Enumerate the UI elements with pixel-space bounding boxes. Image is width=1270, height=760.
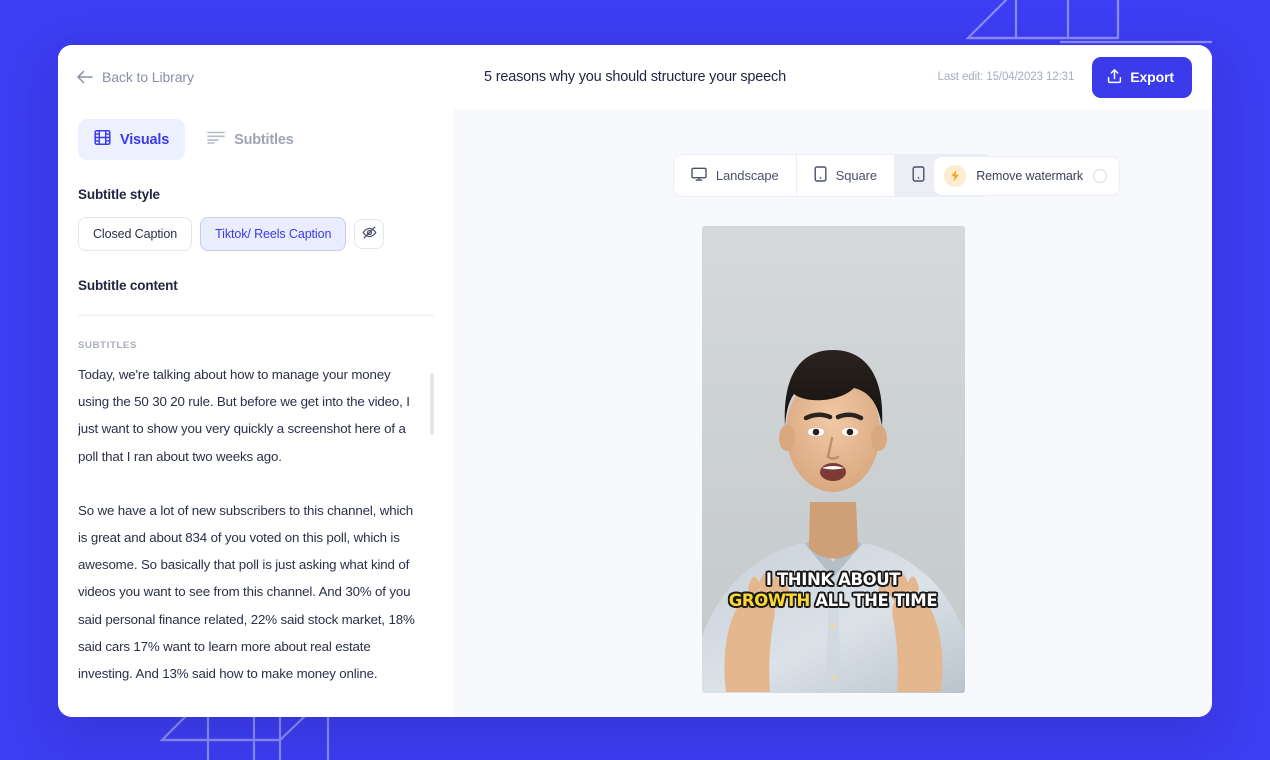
square-device-icon bbox=[814, 166, 827, 185]
panel-tabs: Visuals Subtitles bbox=[78, 109, 434, 160]
aspect-ratio-landscape[interactable]: Landscape bbox=[674, 155, 797, 196]
subtitles-scrollbar-thumb[interactable] bbox=[430, 373, 434, 435]
subtitle-content-heading: Subtitle content bbox=[78, 278, 434, 293]
film-strip-icon bbox=[94, 129, 111, 150]
monitor-icon bbox=[691, 167, 707, 185]
subtitle-style-options: Closed Caption Tiktok/ Reels Caption bbox=[78, 217, 434, 251]
editor-window: Back to Library 5 reasons why you should… bbox=[58, 45, 1212, 717]
preview-panel: Landscape Square bbox=[454, 109, 1212, 717]
upload-icon bbox=[1107, 68, 1122, 87]
lightning-bolt-icon bbox=[944, 165, 966, 187]
style-option-tiktok-reels-caption[interactable]: Tiktok/ Reels Caption bbox=[200, 217, 346, 251]
subtitle-style-heading: Subtitle style bbox=[78, 187, 434, 202]
tab-subtitles[interactable]: Subtitles bbox=[191, 121, 309, 158]
aspect-ratio-square[interactable]: Square bbox=[797, 155, 895, 196]
tab-visuals-label: Visuals bbox=[120, 132, 169, 148]
preview-toolbar: Landscape Square bbox=[454, 154, 1212, 197]
back-to-library-link[interactable]: Back to Library bbox=[76, 69, 194, 85]
editor-body: Visuals Subtitles Subtitle style Closed … bbox=[58, 109, 1212, 717]
arrow-left-icon bbox=[76, 70, 93, 84]
remove-watermark-label: Remove watermark bbox=[976, 169, 1083, 183]
left-panel: Visuals Subtitles Subtitle style Closed … bbox=[58, 109, 454, 717]
video-preview[interactable]: I THINK ABOUT GROWTH ALL THE TIME bbox=[702, 226, 965, 693]
subtitles-scrollbar[interactable] bbox=[430, 373, 434, 717]
content-divider bbox=[78, 315, 434, 316]
eye-off-icon bbox=[361, 224, 378, 244]
subtitles-kicker: SUBTITLES bbox=[78, 340, 434, 351]
subtitles-scroll-area[interactable]: Today, we're talking about how to manage… bbox=[78, 361, 434, 717]
remove-watermark-switch[interactable] bbox=[1093, 169, 1107, 183]
export-button[interactable]: Export bbox=[1092, 57, 1192, 98]
video-still-frame bbox=[702, 226, 965, 693]
remove-watermark-toggle[interactable]: Remove watermark bbox=[933, 156, 1120, 196]
text-lines-icon bbox=[207, 131, 225, 148]
aspect-ratio-square-label: Square bbox=[836, 168, 877, 183]
top-bar: Back to Library 5 reasons why you should… bbox=[58, 45, 1212, 109]
tab-visuals[interactable]: Visuals bbox=[78, 119, 185, 160]
back-to-library-label: Back to Library bbox=[102, 69, 194, 85]
top-bar-actions: Last edit: 15/04/2023 12:31 Export bbox=[938, 57, 1192, 98]
aspect-ratio-landscape-label: Landscape bbox=[716, 168, 779, 183]
tab-subtitles-label: Subtitles bbox=[234, 132, 293, 148]
hide-subtitles-button[interactable] bbox=[354, 219, 384, 249]
export-button-label: Export bbox=[1130, 69, 1174, 85]
subtitles-text[interactable]: Today, we're talking about how to manage… bbox=[78, 361, 416, 687]
phone-icon bbox=[912, 166, 925, 185]
style-option-closed-caption[interactable]: Closed Caption bbox=[78, 217, 192, 251]
last-edit-timestamp: Last edit: 15/04/2023 12:31 bbox=[938, 71, 1075, 83]
subtitle-paragraph[interactable]: So we have a lot of new subscribers to t… bbox=[78, 497, 416, 687]
subtitle-paragraph[interactable]: Today, we're talking about how to manage… bbox=[78, 361, 416, 470]
